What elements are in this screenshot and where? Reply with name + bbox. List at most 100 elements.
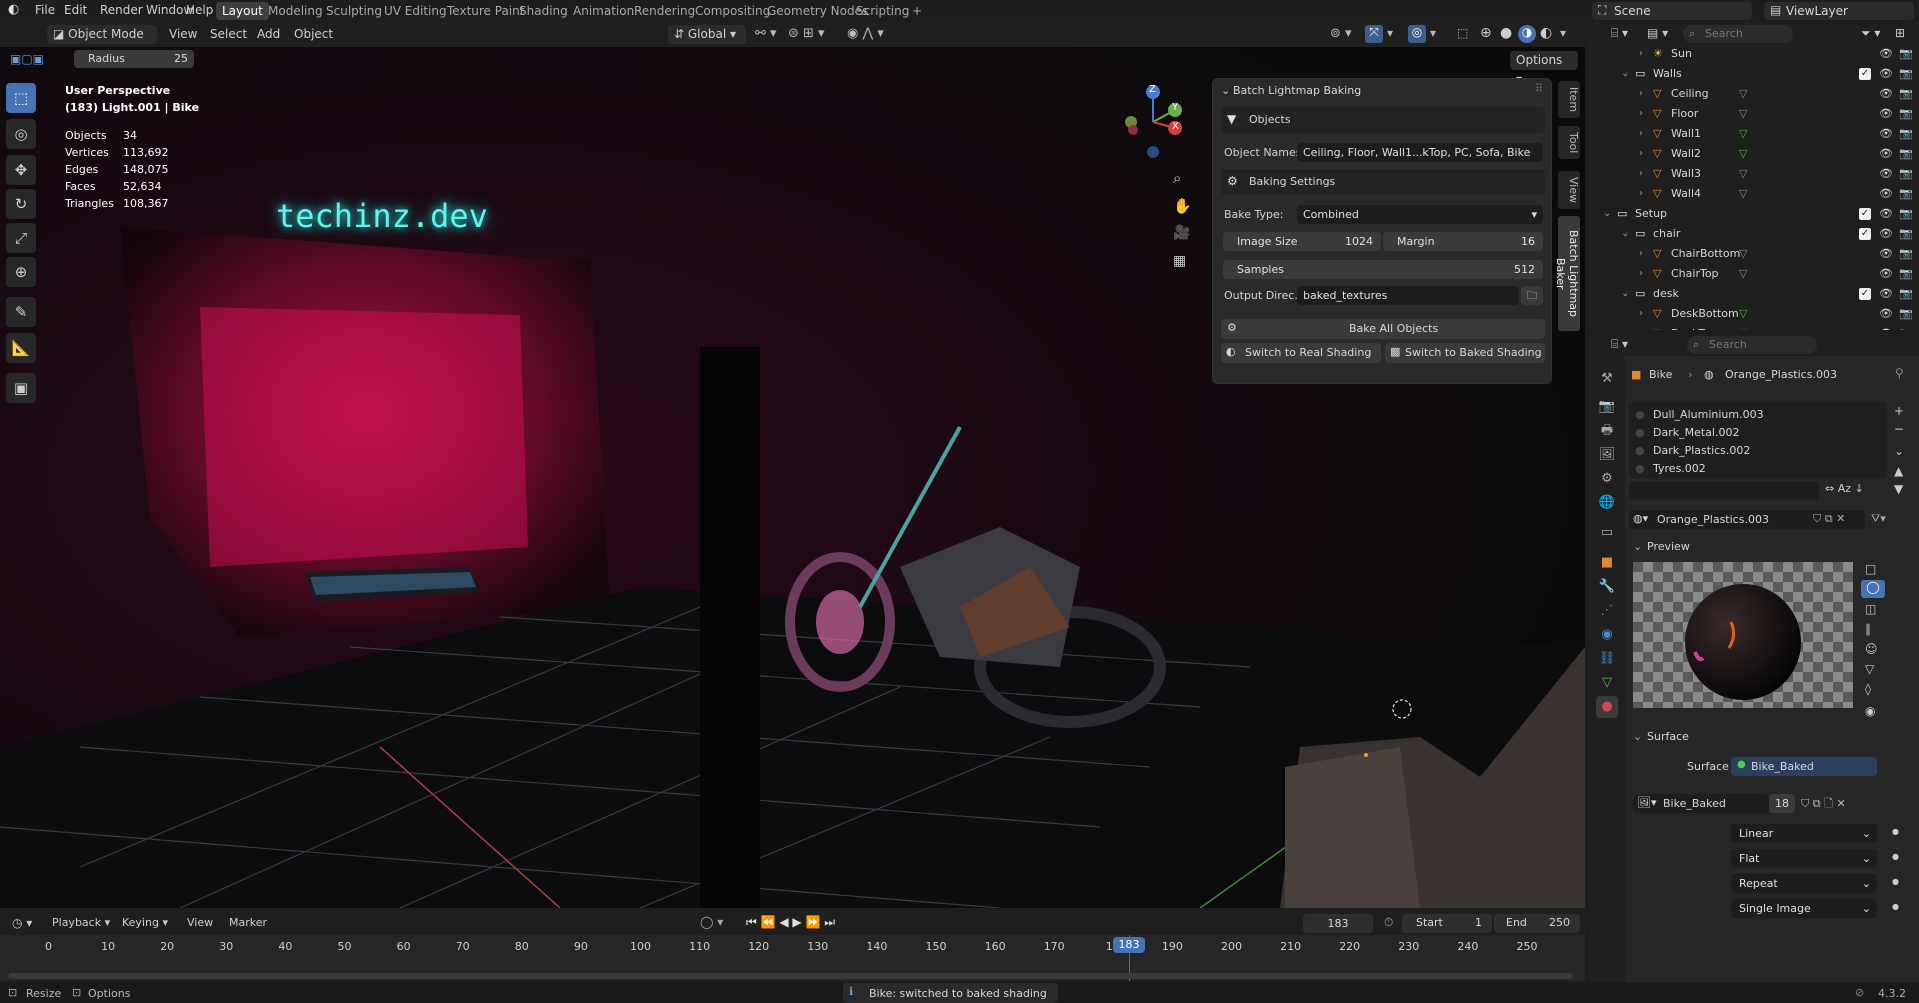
eye-icon[interactable]: 👁 (1879, 184, 1893, 204)
pin-icon[interactable]: ⚲ (1895, 366, 1904, 380)
blender-logo-icon[interactable]: ◐ (8, 2, 19, 17)
camera-icon[interactable]: 📷 (1899, 144, 1913, 164)
shading-rendered-icon[interactable]: ◐ (1540, 25, 1552, 41)
margin-field[interactable]: Margin 16 (1383, 232, 1543, 251)
camera-icon[interactable]: 📷 (1899, 184, 1913, 204)
expand-arrow-icon[interactable]: › (1639, 124, 1643, 144)
filter-icon[interactable]: ⏷ ▾ (1861, 26, 1880, 41)
projection-dropdown[interactable]: Flat ⌄ (1731, 849, 1877, 868)
preview-monkey-icon[interactable]: ☺ (1865, 642, 1878, 656)
camera-icon[interactable]: 📷 (1899, 204, 1913, 224)
camera-view-icon[interactable]: 🎥 (1173, 225, 1190, 241)
camera-icon[interactable]: 📷 (1899, 104, 1913, 124)
preview-chevron-icon[interactable]: ⌄ (1633, 540, 1642, 553)
exclude-checkbox[interactable]: ✓ (1859, 288, 1871, 300)
drag-handle-icon[interactable]: ⠿ (1535, 82, 1543, 95)
tool-props-icon[interactable]: ⚒ (1596, 368, 1618, 390)
tab-shading[interactable]: Shading (513, 2, 574, 20)
annotate-icon[interactable]: ✎ (6, 297, 36, 327)
camera-icon[interactable]: 📷 (1899, 244, 1913, 264)
editor-type-icon[interactable]: ◷ ▾ (12, 916, 32, 930)
shading-solid-icon[interactable]: ● (1500, 25, 1512, 41)
particles-props-icon[interactable]: ⋰ (1596, 600, 1618, 622)
timer-icon[interactable]: ⏱ (1384, 915, 1393, 930)
preview-fluid-icon[interactable]: ◊ (1865, 682, 1871, 696)
move-up-icon[interactable]: ▲ (1894, 464, 1903, 478)
shading-material-icon[interactable]: ◑ (1518, 25, 1536, 43)
menu-help[interactable]: Help (186, 3, 213, 17)
material-slot[interactable]: ● Dark_Metal.002 (1635, 424, 1875, 442)
add-workspace-button[interactable]: + (906, 2, 928, 20)
object-props-icon[interactable]: ■ (1596, 552, 1618, 574)
expand-arrow-icon[interactable]: › (1639, 244, 1643, 264)
shading-wireframe-icon[interactable]: ⊕ (1480, 25, 1492, 41)
output-props-icon[interactable]: 🖶 (1596, 420, 1618, 442)
menu-playback[interactable]: Playback ▾ (52, 916, 110, 929)
pan-hand-icon[interactable]: ✋ (1173, 197, 1192, 215)
outliner-row[interactable]: ⌄ ▭ chair ✓ 👁 📷 (1589, 224, 1919, 244)
eye-icon[interactable]: 👁 (1879, 104, 1893, 124)
eye-icon[interactable]: 👁 (1879, 124, 1893, 144)
outliner-search[interactable]: ⌕ Search (1683, 25, 1793, 43)
material-slot[interactable]: ● Dull_Aluminium.003 (1635, 406, 1875, 424)
menu-keying[interactable]: Keying ▾ (122, 916, 168, 929)
expand-arrow-icon[interactable]: › (1639, 304, 1643, 324)
material-slot-list[interactable]: ● Dull_Aluminium.003 ● Dark_Metal.002 ● Dark_… (1629, 402, 1887, 478)
slot-menu-icon[interactable]: ⌄ (1894, 444, 1904, 458)
preview-flat-icon[interactable]: □ (1865, 562, 1876, 576)
display-mode-icon[interactable]: ▤ ▾ (1647, 26, 1668, 40)
xray-icon[interactable]: ⬚ (1457, 26, 1468, 40)
perspective-toggle-icon[interactable]: ▦ (1173, 253, 1186, 269)
switch-baked-shading-button[interactable]: ▩ Switch to Baked Shading (1385, 343, 1545, 363)
samples-field[interactable]: Samples 512 (1223, 260, 1543, 279)
surface-chevron-icon[interactable]: ⌄ (1633, 730, 1642, 743)
view-layer-props-icon[interactable]: 🖼 (1596, 444, 1618, 466)
add-cube-icon[interactable]: ▣ (6, 373, 36, 403)
cursor-icon[interactable]: ◎ (6, 119, 36, 149)
remove-slot-icon[interactable]: − (1894, 422, 1904, 436)
eye-icon[interactable]: 👁 (1879, 64, 1893, 84)
link-icon[interactable]: ⛛▾ (1871, 512, 1886, 526)
editor-type-icon[interactable]: ⌸ ▾ (1611, 337, 1628, 352)
properties-search[interactable]: ⌕ Search (1687, 336, 1817, 354)
eye-icon[interactable]: 👁 (1879, 304, 1893, 324)
menu-object[interactable]: Object (294, 27, 333, 41)
menu-render[interactable]: Render (100, 3, 143, 17)
material-slot[interactable]: ● Dark_Plastics.002 (1635, 442, 1875, 460)
options-button[interactable]: Options ▾ (1510, 51, 1578, 86)
physics-props-icon[interactable]: ◉ (1596, 624, 1618, 646)
expand-arrow-icon[interactable]: › (1639, 324, 1643, 330)
collection-props-icon[interactable]: ▭ (1596, 522, 1618, 544)
mode-dropdown[interactable]: ◪ Object Mode ▾ (47, 25, 157, 60)
eye-icon[interactable]: 👁 (1879, 84, 1893, 104)
expand-arrow-icon[interactable]: › (1639, 46, 1643, 64)
menu-view-timeline[interactable]: View (187, 916, 213, 929)
eye-icon[interactable]: 👁 (1879, 224, 1893, 244)
folder-icon[interactable]: 🗀 (1521, 286, 1543, 305)
switch-real-shading-button[interactable]: ◐ Switch to Real Shading (1221, 343, 1381, 363)
menu-add[interactable]: Add (257, 27, 280, 41)
expand-arrow-icon[interactable]: ⌄ (1621, 224, 1629, 244)
material-props-icon[interactable]: ● (1596, 696, 1618, 718)
bake-type-dropdown[interactable]: Combined ▾ (1297, 205, 1543, 224)
new-collection-icon[interactable]: ⊞ (1895, 26, 1905, 40)
outliner-row[interactable]: ⌄ ▭ Setup ✓ 👁 📷 (1589, 204, 1919, 224)
expand-arrow-icon[interactable]: ⌄ (1621, 284, 1629, 304)
menu-edit[interactable]: Edit (64, 3, 87, 17)
outliner-row[interactable]: › ▽ Wall1 ▽ 👁 📷 (1589, 124, 1919, 144)
radius-field[interactable]: Radius 25 (74, 50, 194, 68)
add-slot-icon[interactable]: + (1894, 404, 1904, 418)
outliner-row[interactable]: ⌄ ▭ Walls ✓ 👁 📷 (1589, 64, 1919, 84)
object-names-field[interactable]: Ceiling, Floor, Wall1...kTop, PC, Sofa, … (1297, 143, 1543, 162)
move-down-icon[interactable]: ▼ (1894, 482, 1903, 496)
eye-icon[interactable]: 👁 (1879, 264, 1893, 284)
eye-icon[interactable]: 👁 (1879, 284, 1893, 304)
eye-icon[interactable]: 👁 (1879, 164, 1893, 184)
output-directory-field[interactable]: baked_textures (1297, 286, 1519, 305)
slot-filter-field[interactable] (1629, 482, 1819, 500)
outliner-row[interactable]: › ▽ ChairTop ▽ 👁 📷 (1589, 264, 1919, 284)
exclude-checkbox[interactable]: ✓ (1859, 68, 1871, 80)
timeline-scrollbar[interactable] (8, 973, 1573, 979)
overlay-toggle-icon[interactable]: ◎ (1408, 25, 1426, 43)
gizmo-toggle-icon[interactable]: ⤧ (1365, 25, 1383, 43)
